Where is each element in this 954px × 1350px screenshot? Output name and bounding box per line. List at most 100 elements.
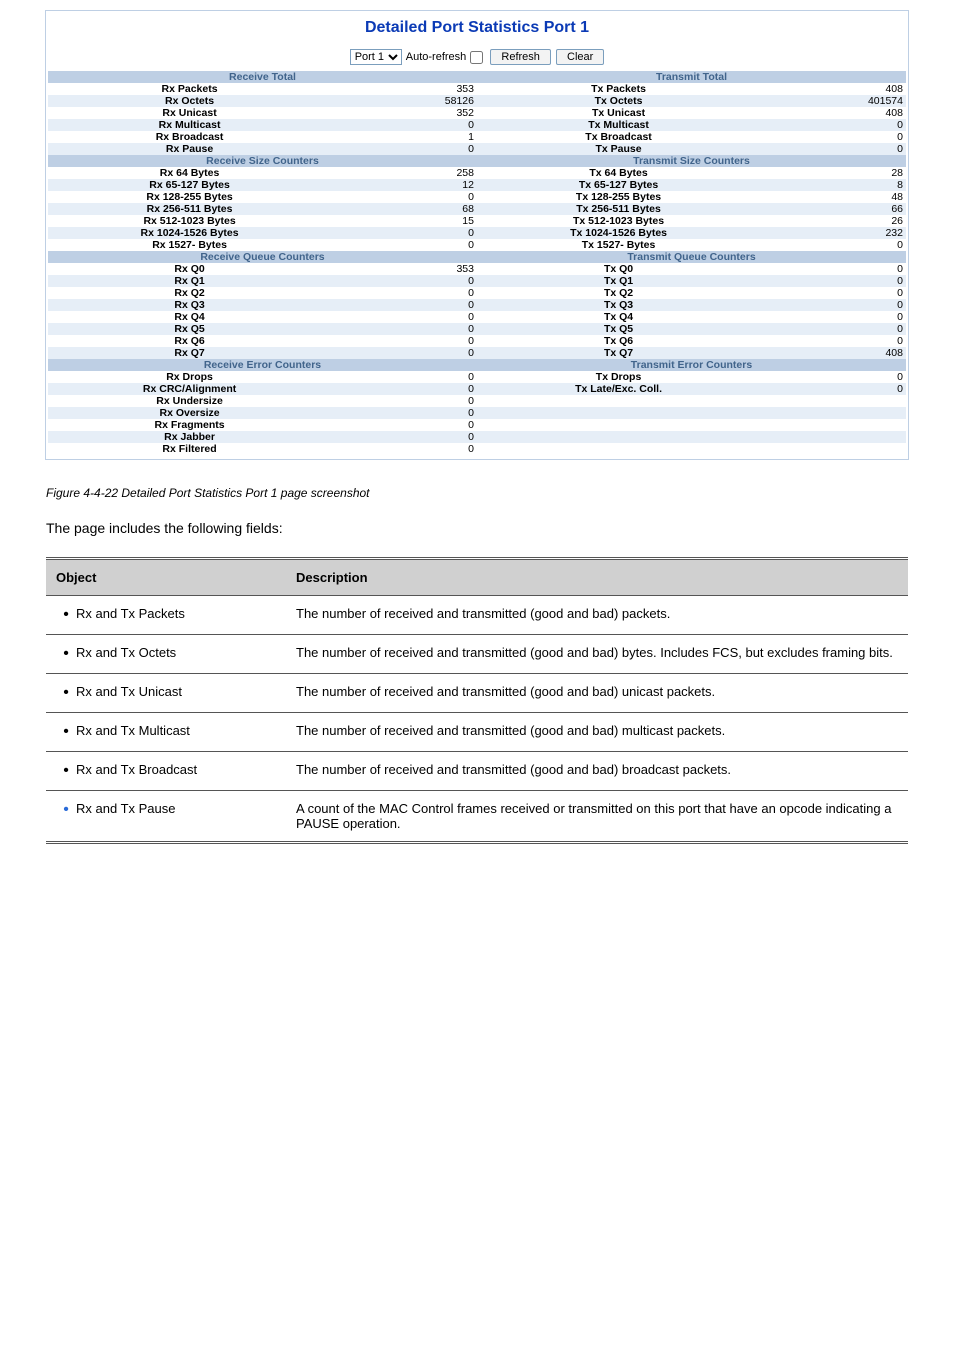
stat-label: Rx 256-511 Bytes (48, 203, 331, 215)
desc-object: •Rx and Tx Broadcast (46, 752, 286, 791)
stat-label: Rx Broadcast (48, 131, 331, 143)
bullet-icon: • (56, 645, 76, 663)
stat-label: Tx 1024-1526 Bytes (477, 227, 760, 239)
stat-value: 8 (760, 179, 906, 191)
stat-value: 0 (760, 143, 906, 155)
bullet-icon: • (56, 762, 76, 780)
stat-value: 0 (331, 311, 477, 323)
section-header: Transmit Total (477, 71, 906, 83)
stat-value: 0 (760, 131, 906, 143)
stat-label: Rx 64 Bytes (48, 167, 331, 179)
stat-value: 0 (331, 275, 477, 287)
stat-label: Rx 128-255 Bytes (48, 191, 331, 203)
stat-label: Rx Undersize (48, 395, 331, 407)
stat-label: Rx Q0 (48, 263, 331, 275)
stat-value: 0 (760, 371, 906, 383)
stat-value: 26 (760, 215, 906, 227)
desc-text: A count of the MAC Control frames receiv… (286, 791, 908, 843)
desc-object: •Rx and Tx Multicast (46, 713, 286, 752)
stat-label (477, 431, 760, 443)
stat-label: Tx Q4 (477, 311, 760, 323)
desc-object-text: Rx and Tx Broadcast (76, 762, 197, 777)
desc-object-text: Rx and Tx Unicast (76, 684, 182, 699)
stat-label: Rx Q2 (48, 287, 331, 299)
stat-label: Rx Q7 (48, 347, 331, 359)
stat-label: Tx Octets (477, 95, 760, 107)
stat-label (477, 395, 760, 407)
stat-label: Tx Multicast (477, 119, 760, 131)
stat-value: 0 (331, 431, 477, 443)
section-header: Transmit Error Counters (477, 359, 906, 371)
stat-label: Rx Q5 (48, 323, 331, 335)
desc-text: The number of received and transmitted (… (286, 635, 908, 674)
stat-value: 12 (331, 179, 477, 191)
stat-value: 0 (331, 407, 477, 419)
stat-label: Rx Jabber (48, 431, 331, 443)
desc-object-text: Rx and Tx Multicast (76, 723, 190, 738)
stat-label: Tx Packets (477, 83, 760, 95)
stat-value: 0 (760, 119, 906, 131)
refresh-button[interactable]: Refresh (490, 49, 551, 65)
stat-label: Tx Broadcast (477, 131, 760, 143)
stat-value: 401574 (760, 95, 906, 107)
stat-label (477, 419, 760, 431)
stat-value: 0 (331, 239, 477, 251)
stat-value: 0 (331, 395, 477, 407)
stat-value: 0 (331, 323, 477, 335)
stat-label: Tx 512-1023 Bytes (477, 215, 760, 227)
stat-value: 0 (760, 287, 906, 299)
stat-value: 0 (331, 419, 477, 431)
stat-label: Rx Q1 (48, 275, 331, 287)
stat-value: 15 (331, 215, 477, 227)
panel-title: Detailed Port Statistics Port 1 (48, 19, 906, 37)
stat-label: Rx Q3 (48, 299, 331, 311)
stat-value: 0 (760, 383, 906, 395)
bullet-icon: • (56, 723, 76, 741)
stat-value (760, 419, 906, 431)
section-header: Receive Size Counters (48, 155, 477, 167)
stat-value: 408 (760, 83, 906, 95)
stat-value: 68 (331, 203, 477, 215)
stat-label: Tx Q2 (477, 287, 760, 299)
stat-label: Rx 1527- Bytes (48, 239, 331, 251)
stat-label: Rx Octets (48, 95, 331, 107)
stat-label: Tx Q7 (477, 347, 760, 359)
clear-button[interactable]: Clear (556, 49, 604, 65)
desc-object: •Rx and Tx Unicast (46, 674, 286, 713)
desc-object: •Rx and Tx Pause (46, 791, 286, 843)
stat-value: 232 (760, 227, 906, 239)
section-header: Receive Total (48, 71, 477, 83)
desc-object-text: Rx and Tx Octets (76, 645, 176, 660)
stat-value (760, 407, 906, 419)
desc-text: The number of received and transmitted (… (286, 713, 908, 752)
stat-label: Tx Q0 (477, 263, 760, 275)
stat-value: 0 (331, 119, 477, 131)
stat-label: Rx Fragments (48, 419, 331, 431)
desc-text: The number of received and transmitted (… (286, 752, 908, 791)
stat-value (760, 443, 906, 455)
stat-value: 353 (331, 83, 477, 95)
stat-label: Tx 256-511 Bytes (477, 203, 760, 215)
port-select[interactable]: Port 1 (350, 49, 402, 65)
desc-header-object: Object (46, 559, 286, 596)
stat-value: 408 (760, 107, 906, 119)
stat-value: 28 (760, 167, 906, 179)
section-header: Transmit Queue Counters (477, 251, 906, 263)
stat-value (760, 431, 906, 443)
auto-refresh-label: Auto-refresh (406, 51, 467, 63)
auto-refresh-checkbox[interactable] (470, 51, 483, 64)
stat-value: 0 (331, 299, 477, 311)
stat-label: Tx Late/Exc. Coll. (477, 383, 760, 395)
stat-label: Rx Q4 (48, 311, 331, 323)
stat-label: Tx 65-127 Bytes (477, 179, 760, 191)
stat-label: Tx 128-255 Bytes (477, 191, 760, 203)
stat-label: Rx CRC/Alignment (48, 383, 331, 395)
stat-value: 0 (331, 347, 477, 359)
stat-value: 0 (331, 383, 477, 395)
stat-label: Tx Pause (477, 143, 760, 155)
description-table: Object Description •Rx and Tx PacketsThe… (46, 557, 908, 844)
desc-header-description: Description (286, 559, 908, 596)
stat-label: Tx Q3 (477, 299, 760, 311)
stat-value: 0 (760, 239, 906, 251)
statistics-table: Receive TotalTransmit TotalRx Packets353… (48, 71, 906, 455)
